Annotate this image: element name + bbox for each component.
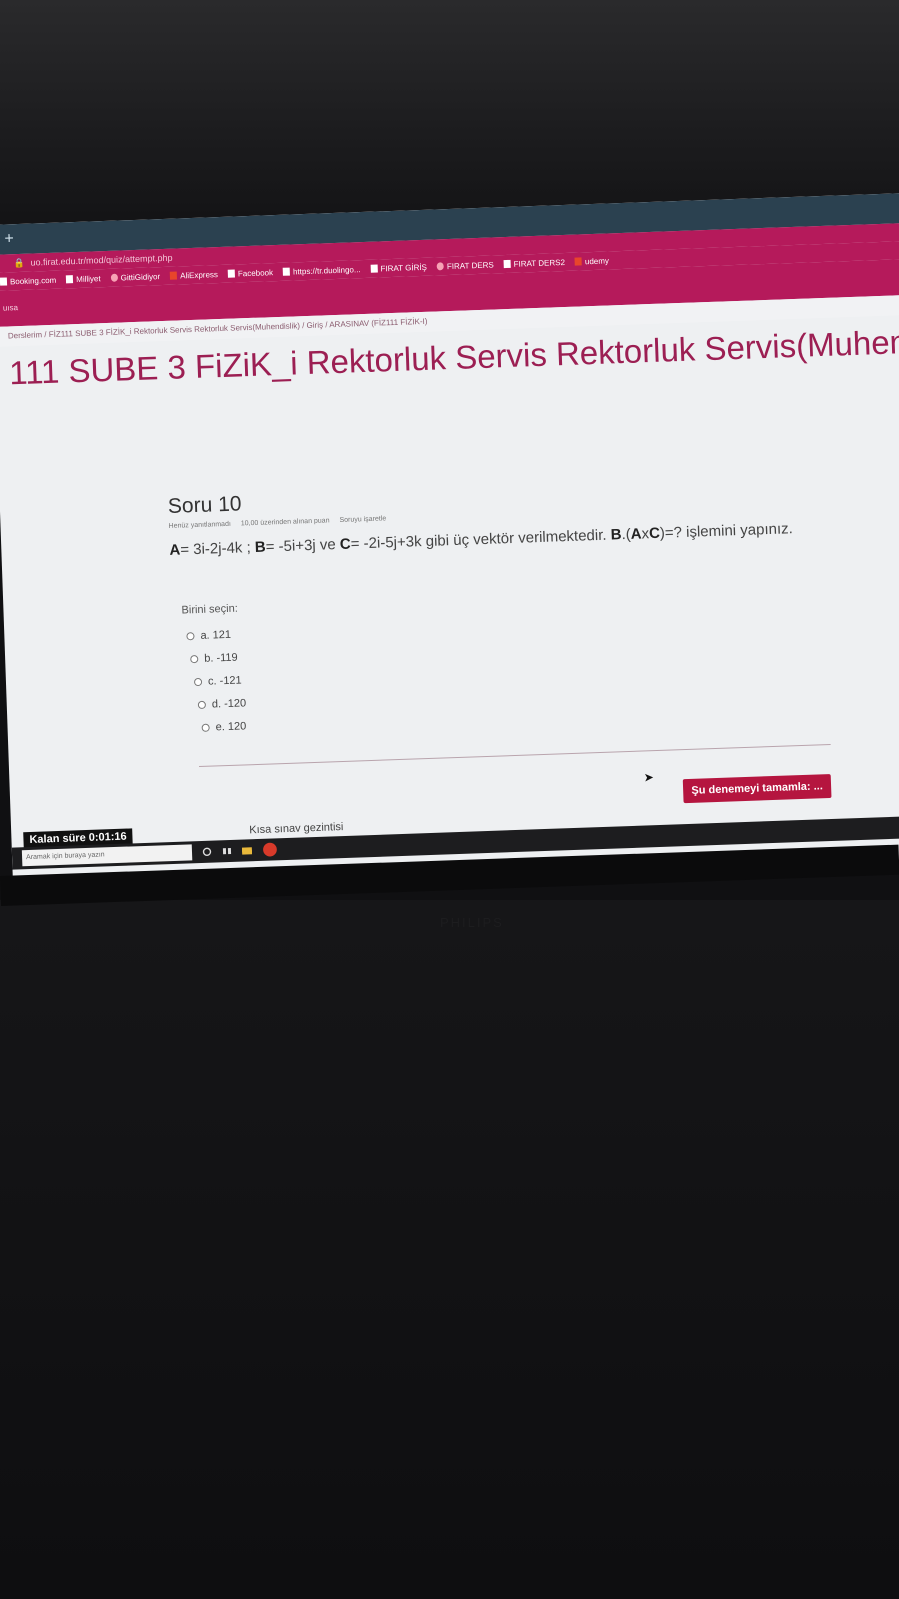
new-tab-button[interactable]: +: [4, 230, 14, 247]
option-a[interactable]: a. 121: [186, 622, 244, 647]
bookmark-aliexpress[interactable]: AliExpress: [170, 270, 218, 281]
monitor-screen: + 🔒 uo.firat.edu.tr/mod/quiz/attempt.php…: [0, 193, 899, 900]
question-status: Henüz yanıtlanmadı: [168, 520, 231, 530]
answer-options: a. 121 b. -119 c. -121 d. -120 e. 120: [186, 622, 247, 739]
bookmark-firat-ders2[interactable]: FIRAT DERS2: [503, 257, 565, 269]
mouse-cursor-icon: ➤: [643, 770, 654, 785]
page-icon: [370, 264, 378, 273]
vector-c-value: = -2i-5j+3k: [350, 533, 422, 553]
expr-c: C: [648, 524, 661, 543]
taskbar-icons: [202, 841, 279, 860]
file-explorer-icon[interactable]: [241, 845, 253, 855]
vector-a-label: A: [169, 541, 181, 559]
choose-label: Birini seçin:: [181, 602, 238, 617]
option-d[interactable]: d. -120: [197, 691, 246, 716]
bookmark-gittigidiyor[interactable]: GittiGidiyor: [110, 272, 160, 283]
pin-icon: [436, 262, 445, 271]
radio-icon[interactable]: [186, 631, 195, 640]
radio-icon[interactable]: [201, 723, 210, 732]
expr-end: )=? işlemini yapınız.: [659, 520, 794, 542]
taskbar-search-input[interactable]: Aramak için buraya yazın: [21, 844, 193, 867]
question-title: Soru 10: [167, 492, 242, 518]
quiz-navigation-link[interactable]: Kısa sınav gezintisi: [249, 821, 344, 836]
page-icon: [503, 259, 511, 269]
option-b[interactable]: b. -119: [190, 645, 245, 670]
radio-icon[interactable]: [190, 654, 199, 663]
bookmark-booking[interactable]: Booking.com: [0, 275, 56, 286]
grid-icon: [282, 267, 291, 276]
divider: [199, 743, 831, 768]
vector-a-value: = 3i-2j-4k ;: [180, 538, 256, 559]
option-e[interactable]: e. 120: [201, 714, 247, 739]
bookmark-milliyet[interactable]: Milliyet: [66, 274, 101, 284]
bookmark-udemy[interactable]: udemy: [574, 256, 609, 266]
page-icon: [227, 269, 236, 278]
bookmark-firat-giris[interactable]: FIRAT GİRİŞ: [370, 262, 427, 273]
milliyet-icon: [66, 275, 74, 284]
option-c[interactable]: c. -121: [193, 668, 246, 693]
booking-icon: [0, 277, 8, 286]
gittigidiyor-icon: [110, 273, 118, 282]
udemy-icon: [574, 257, 583, 266]
cortana-icon[interactable]: [202, 847, 212, 857]
aliexpress-icon: [170, 271, 178, 280]
question-tail: gibi üç vektör verilmektedir.: [421, 526, 611, 551]
browser-icon[interactable]: [262, 841, 279, 858]
radio-icon[interactable]: [197, 700, 206, 709]
vector-b-value: = -5i+3j ve: [265, 535, 341, 556]
bookmark-duolingo[interactable]: https://tr.duolingo...: [282, 265, 361, 277]
bookmark-facebook[interactable]: Facebook: [227, 268, 273, 279]
room-background-bottom: [0, 900, 899, 1599]
lock-icon: 🔒: [13, 257, 25, 269]
site-nav-text[interactable]: uısa: [3, 303, 18, 313]
flag-question-link[interactable]: Soruyu işaretle: [339, 515, 386, 524]
bookmark-firat-ders[interactable]: FIRAT DERS: [436, 260, 494, 271]
finish-attempt-button[interactable]: Şu denemeyi tamamla: ...: [682, 773, 832, 804]
task-view-icon[interactable]: [222, 846, 232, 856]
question-points: 10,00 üzerinden alınan puan: [240, 517, 330, 528]
monitor-brand-logo: PHILIPS: [440, 915, 504, 930]
radio-icon[interactable]: [193, 677, 203, 686]
quiz-content: Soru 10 Henüz yanıtlanmadı 10,00 üzerind…: [0, 361, 899, 899]
